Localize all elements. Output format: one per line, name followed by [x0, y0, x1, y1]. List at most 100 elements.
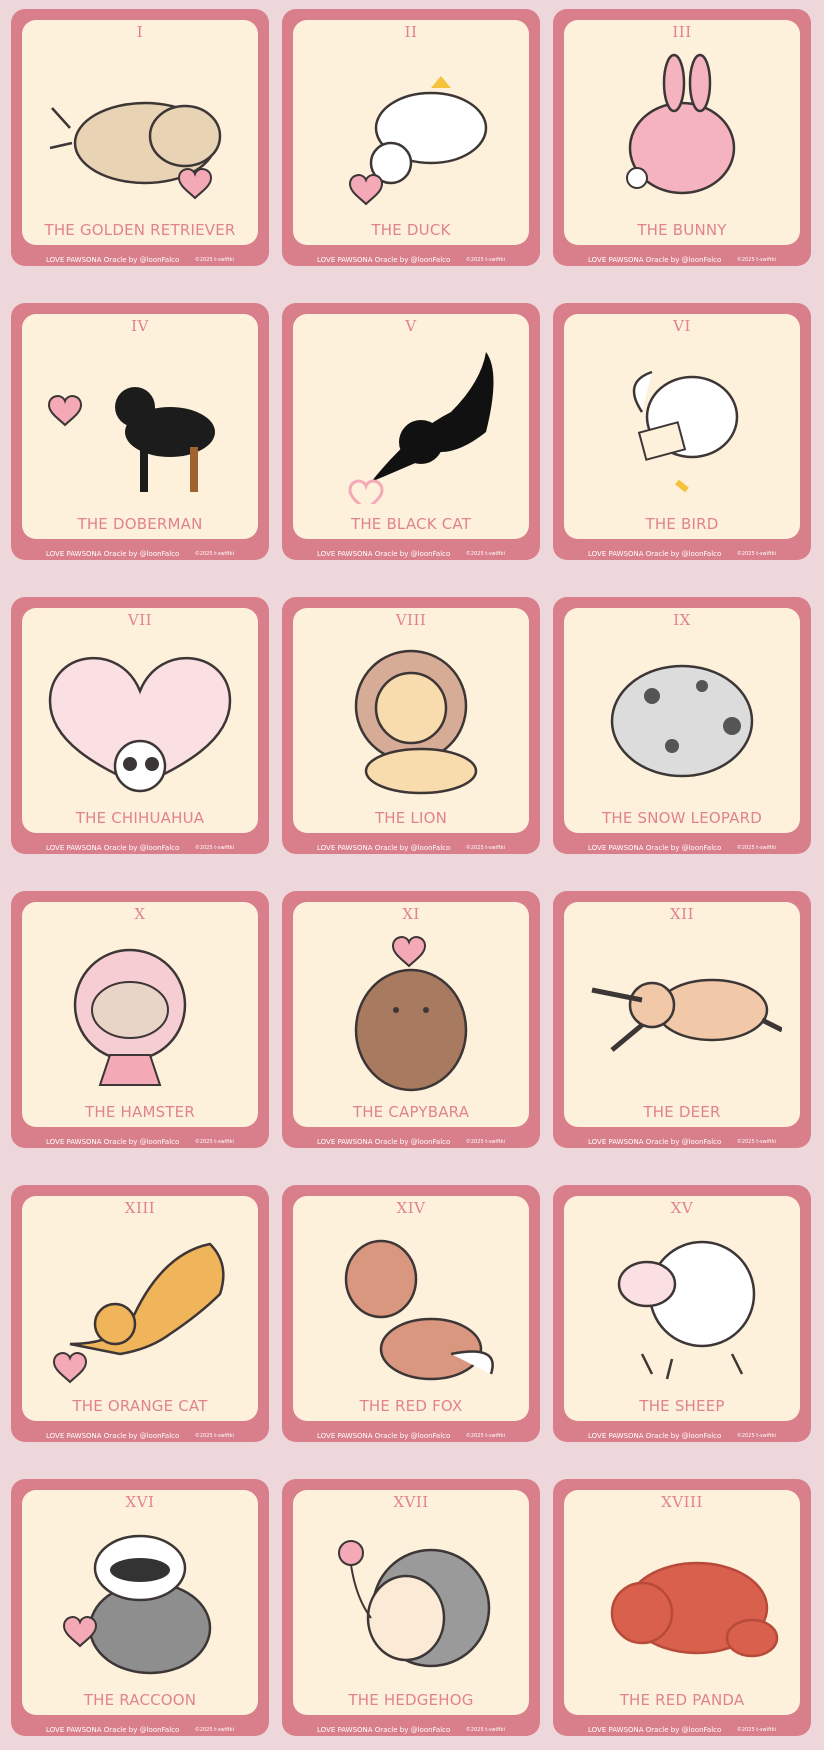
snow-leopard-illustration	[610, 664, 754, 778]
card-title: THE HEDGEHOG	[348, 1691, 474, 1709]
footer-copyright: ©2025 t-swiftki	[465, 551, 505, 557]
orange-cat-illustration	[53, 1242, 225, 1383]
card-footer: LOVE PAWSONA Oracle by @loonFalco ©2025 t…	[553, 843, 811, 853]
oracle-card: XIV THE RED FOX LOVE PAWSONA Oracle by @l…	[282, 1185, 540, 1442]
oracle-card: IX THE SNOW LEOPARD LOVE PAWSONA Oracle b…	[553, 597, 811, 854]
footer-copyright: ©2025 t-swiftki	[194, 1727, 234, 1733]
oracle-card: I THE GOLDEN RETRIEVER LOVE PAWSONA Oracl…	[11, 9, 269, 266]
footer-brand: LOVE PAWSONA Oracle by @loonFalco	[46, 1726, 180, 1734]
bunny-illustration	[626, 53, 736, 195]
oracle-card: V THE BLACK CAT LOVE PAWSONA Oracle by @l…	[282, 303, 540, 560]
card-title: THE BIRD	[645, 515, 719, 533]
footer-brand: LOVE PAWSONA Oracle by @loonFalco	[588, 1138, 722, 1146]
card-face: XIV THE RED FOX	[293, 1196, 529, 1421]
card-title: THE DOBERMAN	[77, 515, 203, 533]
footer-brand: LOVE PAWSONA Oracle by @loonFalco	[46, 1432, 180, 1440]
card-numeral: XI	[402, 905, 420, 923]
card-title: THE BLACK CAT	[350, 515, 472, 533]
card-title: THE SHEEP	[639, 1397, 725, 1415]
card-numeral: XVII	[393, 1493, 429, 1511]
footer-brand: LOVE PAWSONA Oracle by @loonFalco	[317, 550, 451, 558]
hedgehog-illustration	[338, 1540, 491, 1668]
footer-brand: LOVE PAWSONA Oracle by @loonFalco	[46, 1138, 180, 1146]
capybara-illustration	[354, 936, 468, 1092]
footer-copyright: ©2025 t-swiftki	[736, 845, 776, 851]
card-footer: LOVE PAWSONA Oracle by @loonFalco ©2025 t…	[11, 255, 269, 265]
card-footer: LOVE PAWSONA Oracle by @loonFalco ©2025 t…	[553, 255, 811, 265]
card-title: THE BUNNY	[637, 221, 727, 239]
card-footer: LOVE PAWSONA Oracle by @loonFalco ©2025 t…	[11, 1725, 269, 1735]
chihuahua-illustration	[48, 656, 232, 793]
card-face: XIII THE ORANGE CAT	[22, 1196, 258, 1421]
card-numeral: V	[405, 317, 417, 335]
card-title: THE DEER	[643, 1103, 721, 1121]
card-numeral: X	[134, 905, 146, 923]
footer-brand: LOVE PAWSONA Oracle by @loonFalco	[588, 550, 722, 558]
card-numeral: IV	[131, 317, 149, 335]
card-face: XI THE CAPYBARA	[293, 902, 529, 1127]
footer-copyright: ©2025 t-swiftki	[736, 1727, 776, 1733]
card-face: XVIII THE RED PANDA	[564, 1490, 800, 1715]
duck-illustration	[349, 76, 488, 205]
card-footer: LOVE PAWSONA Oracle by @loonFalco ©2025 t…	[11, 549, 269, 559]
footer-brand: LOVE PAWSONA Oracle by @loonFalco	[317, 1138, 451, 1146]
card-numeral: XIV	[396, 1199, 426, 1217]
card-face: I THE GOLDEN RETRIEVER	[22, 20, 258, 245]
hamster-illustration	[73, 948, 187, 1086]
footer-brand: LOVE PAWSONA Oracle by @loonFalco	[317, 1726, 451, 1734]
card-face: IV THE DOBERMAN	[22, 314, 258, 539]
oracle-card: XVII THE HEDGEHOG LOVE PAWSONA Oracle by …	[282, 1479, 540, 1736]
card-face: VII THE CHIHUAHUA	[22, 608, 258, 833]
card-footer: LOVE PAWSONA Oracle by @loonFalco ©2025 t…	[282, 1431, 540, 1441]
card-numeral: III	[672, 23, 692, 41]
footer-copyright: ©2025 t-swiftki	[465, 845, 505, 851]
card-footer: LOVE PAWSONA Oracle by @loonFalco ©2025 t…	[553, 1725, 811, 1735]
footer-copyright: ©2025 t-swiftki	[465, 257, 505, 263]
footer-copyright: ©2025 t-swiftki	[194, 1433, 234, 1439]
card-footer: LOVE PAWSONA Oracle by @loonFalco ©2025 t…	[553, 1431, 811, 1441]
footer-copyright: ©2025 t-swiftki	[736, 551, 776, 557]
footer-copyright: ©2025 t-swiftki	[194, 1139, 234, 1145]
oracle-card: X THE HAMSTER LOVE PAWSONA Oracle by @loo…	[11, 891, 269, 1148]
card-numeral: XIII	[124, 1199, 156, 1217]
card-numeral: VII	[127, 611, 153, 629]
card-numeral: VI	[673, 317, 691, 335]
red-panda-illustration	[610, 1561, 779, 1658]
footer-copyright: ©2025 t-swiftki	[465, 1433, 505, 1439]
card-title: THE ORANGE CAT	[72, 1397, 208, 1415]
card-footer: LOVE PAWSONA Oracle by @loonFalco ©2025 t…	[282, 1725, 540, 1735]
deer-illustration	[591, 978, 782, 1052]
card-footer: LOVE PAWSONA Oracle by @loonFalco ©2025 t…	[553, 1137, 811, 1147]
card-title: THE RED FOX	[359, 1397, 463, 1415]
footer-copyright: ©2025 t-swiftki	[465, 1727, 505, 1733]
oracle-card: XII THE DEER LOVE PAWSONA Oracle by @loon…	[553, 891, 811, 1148]
card-footer: LOVE PAWSONA Oracle by @loonFalco ©2025 t…	[282, 255, 540, 265]
card-numeral: IX	[673, 611, 691, 629]
card-face: XVI THE RACCOON	[22, 1490, 258, 1715]
oracle-card: VII THE CHIHUAHUA LOVE PAWSONA Oracle by …	[11, 597, 269, 854]
card-title: THE HAMSTER	[85, 1103, 195, 1121]
card-footer: LOVE PAWSONA Oracle by @loonFalco ©2025 t…	[282, 549, 540, 559]
oracle-card: IV THE DOBERMAN LOVE PAWSONA Oracle by @l…	[11, 303, 269, 560]
card-numeral: VIII	[395, 611, 427, 629]
card-title: THE CAPYBARA	[352, 1103, 470, 1121]
footer-brand: LOVE PAWSONA Oracle by @loonFalco	[588, 1726, 722, 1734]
red-fox-illustration	[344, 1239, 494, 1381]
card-face: XVII THE HEDGEHOG	[293, 1490, 529, 1715]
oracle-card: XVIII THE RED PANDA LOVE PAWSONA Oracle b…	[553, 1479, 811, 1736]
golden-retriever-illustration	[49, 101, 222, 199]
oracle-card: II THE DUCK LOVE PAWSONA Oracle by @loonF…	[282, 9, 540, 266]
footer-copyright: ©2025 t-swiftki	[194, 551, 234, 557]
oracle-card: XVI THE RACCOON LOVE PAWSONA Oracle by @l…	[11, 1479, 269, 1736]
card-face: VI THE BIRD	[564, 314, 800, 539]
card-numeral: XVIII	[661, 1493, 703, 1511]
oracle-card-grid: I THE GOLDEN RETRIEVER LOVE PAWSONA Oracl…	[0, 0, 824, 1750]
footer-brand: LOVE PAWSONA Oracle by @loonFalco	[588, 844, 722, 852]
bird-illustration	[632, 370, 739, 493]
card-face: XV THE SHEEP	[564, 1196, 800, 1421]
card-footer: LOVE PAWSONA Oracle by @loonFalco ©2025 t…	[553, 549, 811, 559]
footer-brand: LOVE PAWSONA Oracle by @loonFalco	[588, 256, 722, 264]
card-footer: LOVE PAWSONA Oracle by @loonFalco ©2025 t…	[282, 843, 540, 853]
oracle-card: XIII THE ORANGE CAT LOVE PAWSONA Oracle b…	[11, 1185, 269, 1442]
oracle-card: XV THE SHEEP LOVE PAWSONA Oracle by @loon…	[553, 1185, 811, 1442]
